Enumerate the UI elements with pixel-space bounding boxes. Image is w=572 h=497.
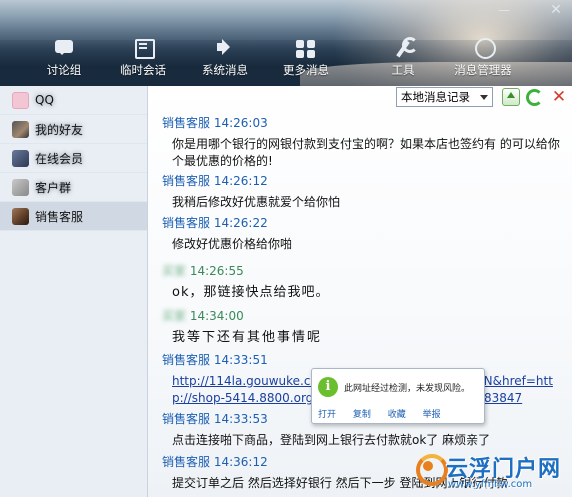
contact-item[interactable]: 在线会员 xyxy=(0,144,147,173)
nav-tools[interactable]: 工具 xyxy=(372,36,434,82)
avatar xyxy=(12,91,29,109)
message-header: 销售客服 14:26:22 xyxy=(162,214,562,231)
url-safety-popup: i 此网址经过检测，未发现风险。 打开 复制 收藏 举报 xyxy=(311,368,485,424)
site-logo-icon xyxy=(414,451,448,486)
url-link-part[interactable]: p://shop-5414.8800.org xyxy=(172,390,313,407)
wrench-icon xyxy=(389,36,418,60)
contact-list: QQ 我的好友 在线会员 客户群 销售客服 xyxy=(0,86,148,497)
nav-label: 系统消息 xyxy=(202,63,248,77)
popup-copy-link[interactable]: 复制 xyxy=(353,410,371,420)
message-time: 14:26:22 xyxy=(213,216,268,230)
message: 买家 14:26:55 ok，那链接快点给我吧。 xyxy=(162,262,562,301)
minimize-button[interactable]: — xyxy=(492,2,516,18)
message-time: 14:34:00 xyxy=(189,309,244,323)
avatar xyxy=(12,149,29,167)
message: 销售客服 14:26:12 我稍后修改好优惠就爱个给你怕 xyxy=(162,172,562,211)
nav-more-messages[interactable]: 更多消息 xyxy=(275,36,337,82)
chat-bubble-icon xyxy=(50,36,78,60)
nav-label: 更多消息 xyxy=(283,63,329,77)
header-banner: — ✕ 讨论组 临时会话 系统消息 更多消息 工具 消息管理器 xyxy=(0,0,572,86)
nav-system-messages[interactable]: 系统消息 xyxy=(194,36,256,82)
contact-item[interactable]: QQ xyxy=(0,86,147,115)
message-sender: 销售客服 xyxy=(162,412,211,426)
message-text: 我等下还有其他事情呢 xyxy=(172,330,323,345)
message-time: 14:26:55 xyxy=(189,264,244,278)
message: 销售客服 14:26:03 你是用哪个银行的网银付款到支付宝的啊？如果本店也签约… xyxy=(162,114,562,170)
url-link-part[interactable]: 83847 xyxy=(484,390,522,407)
nav-message-manager[interactable]: 消息管理器 xyxy=(452,36,514,82)
popup-message: 此网址经过检测，未发现风险。 xyxy=(344,384,471,394)
contact-name: QQ xyxy=(35,93,54,107)
contact-item[interactable]: 我的好友 xyxy=(0,115,147,144)
message-text: 修改好优惠价格给你啪 xyxy=(172,237,293,251)
message-sender: 买家 xyxy=(162,264,187,278)
watermark-url: www.yfmhw.com xyxy=(448,479,533,490)
temp-session-icon xyxy=(129,36,157,60)
nav-temp-session[interactable]: 临时会话 xyxy=(112,36,174,82)
message-sender: 销售客服 xyxy=(162,174,211,188)
more-grid-icon xyxy=(292,36,320,60)
export-icon[interactable] xyxy=(502,88,520,106)
delete-icon[interactable]: ✕ xyxy=(550,88,568,106)
avatar xyxy=(12,178,29,196)
message-time: 14:26:12 xyxy=(213,174,268,188)
message-manager-icon xyxy=(469,36,497,60)
info-icon: i xyxy=(318,377,338,397)
site-watermark: 云浮门户网 www.yfmhw.com xyxy=(414,449,572,497)
message-header: 销售客服 14:26:03 xyxy=(162,114,562,131)
nav-label: 工具 xyxy=(391,63,415,77)
message-time: 14:33:51 xyxy=(213,353,268,367)
message-sender: 销售客服 xyxy=(162,353,211,367)
popup-actions: 打开 复制 收藏 举报 xyxy=(318,407,455,420)
message-sender: 买家 xyxy=(162,309,187,323)
record-source-value: 本地消息记录 xyxy=(401,90,470,104)
message-time: 14:36:12 xyxy=(213,455,268,469)
message-text: 你是用哪个银行的网银付款到支付宝的啊？如果本店也签约有 的可以给你个最优惠的价格… xyxy=(172,137,560,168)
message-sender: 销售客服 xyxy=(162,455,211,469)
avatar xyxy=(12,120,29,138)
message-header: 销售客服 14:33:51 xyxy=(162,351,562,368)
message-sender: 销售客服 xyxy=(162,216,211,230)
avatar xyxy=(12,207,29,225)
chevron-down-icon xyxy=(480,95,488,100)
close-button[interactable]: ✕ xyxy=(544,2,568,18)
contact-name: 我的好友 xyxy=(35,122,84,137)
message-time: 14:33:53 xyxy=(213,412,268,426)
history-toolbar: 本地消息记录 ✕ xyxy=(148,86,572,114)
message-header: 销售客服 14:26:12 xyxy=(162,172,562,189)
contact-name: 销售客服 xyxy=(35,209,84,224)
chat-history-panel: 本地消息记录 ✕ 销售客服 14:26:03 你是用哪个银行的网银付款到支付宝的… xyxy=(148,86,572,497)
message-time: 14:26:03 xyxy=(213,116,268,130)
contact-name: 客户群 xyxy=(35,180,72,195)
popup-open-link[interactable]: 打开 xyxy=(318,410,336,420)
contact-item[interactable]: 客户群 xyxy=(0,173,147,202)
record-source-select[interactable]: 本地消息记录 xyxy=(396,87,493,107)
message: 销售客服 14:26:22 修改好优惠价格给你啪 xyxy=(162,214,562,253)
speaker-icon xyxy=(211,36,239,60)
contact-name: 在线会员 xyxy=(35,151,84,166)
nav-label: 消息管理器 xyxy=(454,63,512,77)
message-header: 买家 14:26:55 xyxy=(162,262,562,279)
nav-label: 讨论组 xyxy=(46,63,82,77)
popup-report-link[interactable]: 举报 xyxy=(423,410,441,420)
message-text: 点击连接啪下商品，登陆到网上银行去付款就ok了 麻烦亲了 xyxy=(172,433,491,447)
contact-item-sales-service[interactable]: 销售客服 xyxy=(0,202,147,231)
message-text: ok，那链接快点给我吧。 xyxy=(172,285,330,300)
url-link-part[interactable]: {N&href=htt xyxy=(476,373,553,390)
message-sender: 销售客服 xyxy=(162,116,211,130)
popup-favorite-link[interactable]: 收藏 xyxy=(388,410,406,420)
message-text: 我稍后修改好优惠就爱个给你怕 xyxy=(172,195,341,209)
nav-label: 临时会话 xyxy=(120,63,166,77)
refresh-icon[interactable] xyxy=(526,89,543,106)
message: 买家 14:34:00 我等下还有其他事情呢 xyxy=(162,307,562,346)
nav-discussion-group[interactable]: 讨论组 xyxy=(33,36,95,82)
message-header: 买家 14:34:00 xyxy=(162,307,562,324)
url-link-part[interactable]: http://114la.gouwuke.co xyxy=(172,373,318,390)
